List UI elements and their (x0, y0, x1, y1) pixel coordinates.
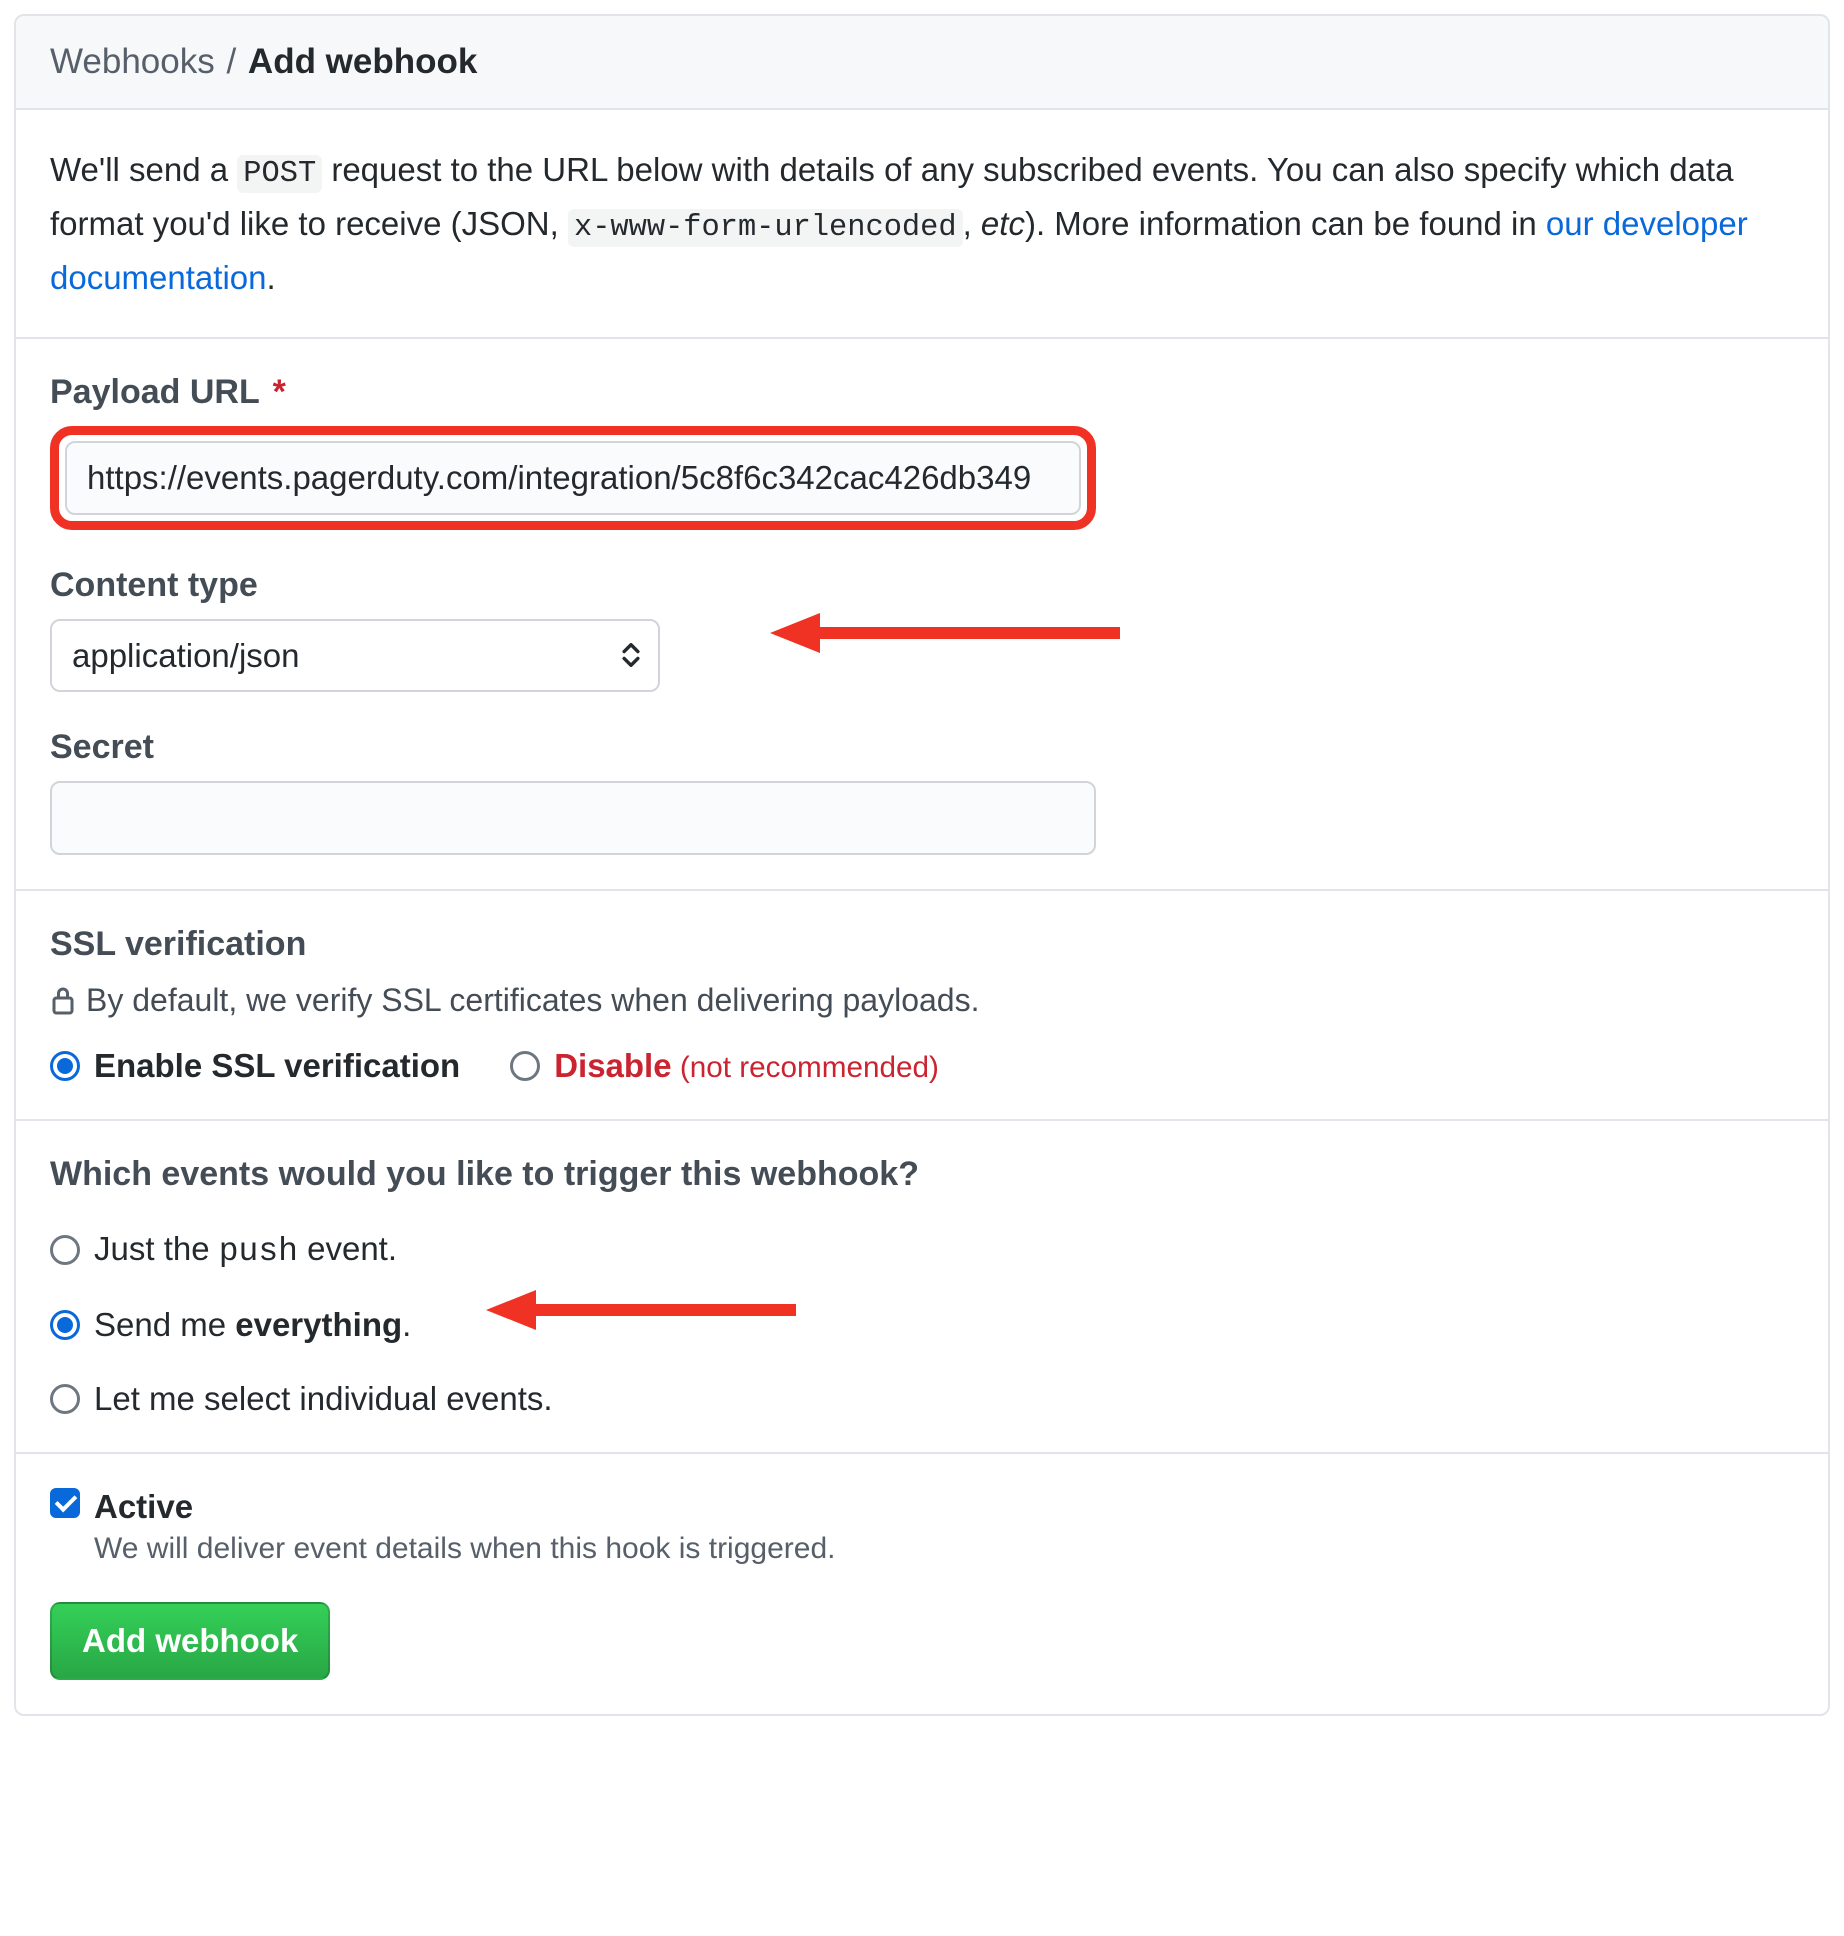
content-type-label: Content type (50, 566, 1794, 605)
required-star: * (273, 373, 286, 411)
payload-url-input[interactable] (65, 441, 1081, 515)
active-option[interactable]: Active We will deliver event details whe… (50, 1488, 1794, 1566)
ssl-radio-row: Enable SSL verification Disable (not rec… (50, 1047, 1794, 1085)
arrow-annotation-content-type (770, 608, 1120, 658)
payload-url-group: Payload URL * (50, 373, 1794, 530)
submit-section: Active We will deliver event details whe… (16, 1454, 1828, 1714)
active-checkbox[interactable] (50, 1488, 80, 1518)
ssl-enable-option[interactable]: Enable SSL verification (50, 1047, 460, 1085)
events-title: Which events would you like to trigger t… (50, 1155, 1794, 1194)
panel-header: Webhooks / Add webhook (16, 16, 1828, 110)
events-individual-option[interactable]: Let me select individual events. (50, 1380, 1794, 1418)
webhook-settings-panel: Webhooks / Add webhook We'll send a POST… (14, 14, 1830, 1716)
intro-section: We'll send a POST request to the URL bel… (16, 110, 1828, 339)
post-code: POST (237, 155, 322, 193)
breadcrumb-separator: / (226, 42, 245, 81)
lock-icon (50, 986, 76, 1016)
secret-input[interactable] (50, 781, 1096, 855)
ssl-disable-radio[interactable] (510, 1051, 540, 1081)
events-section: Which events would you like to trigger t… (16, 1121, 1828, 1454)
arrow-annotation-everything (486, 1285, 796, 1335)
urlencoded-code: x-www-form-urlencoded (568, 209, 963, 247)
ssl-enable-radio[interactable] (50, 1051, 80, 1081)
payload-section: Payload URL * Content type application/j… (16, 339, 1828, 891)
events-individual-radio[interactable] (50, 1384, 80, 1414)
breadcrumb-current: Add webhook (248, 42, 477, 81)
intro-text: We'll send a POST request to the URL bel… (50, 144, 1794, 303)
ssl-title: SSL verification (50, 925, 1794, 964)
content-type-select[interactable]: application/json (50, 619, 660, 692)
active-label: Active (94, 1488, 835, 1526)
secret-group: Secret (50, 728, 1794, 855)
ssl-section: SSL verification By default, we verify S… (16, 891, 1828, 1121)
content-type-group: Content type application/json (50, 566, 1794, 692)
events-push-radio[interactable] (50, 1235, 80, 1265)
events-everything-radio[interactable] (50, 1310, 80, 1340)
add-webhook-button[interactable]: Add webhook (50, 1602, 330, 1680)
events-everything-option[interactable]: Send me everything. (50, 1306, 1794, 1344)
ssl-disable-option[interactable]: Disable (not recommended) (510, 1047, 939, 1085)
events-push-option[interactable]: Just the push event. (50, 1230, 1794, 1270)
secret-label: Secret (50, 728, 1794, 767)
payload-url-highlight (50, 426, 1096, 530)
payload-url-label: Payload URL * (50, 373, 1794, 412)
ssl-hint-text: By default, we verify SSL certificates w… (86, 982, 979, 1019)
active-desc: We will deliver event details when this … (94, 1532, 835, 1566)
content-type-select-wrap: application/json (50, 619, 660, 692)
breadcrumb-parent: Webhooks (50, 42, 215, 81)
ssl-hint-row: By default, we verify SSL certificates w… (50, 982, 1794, 1019)
